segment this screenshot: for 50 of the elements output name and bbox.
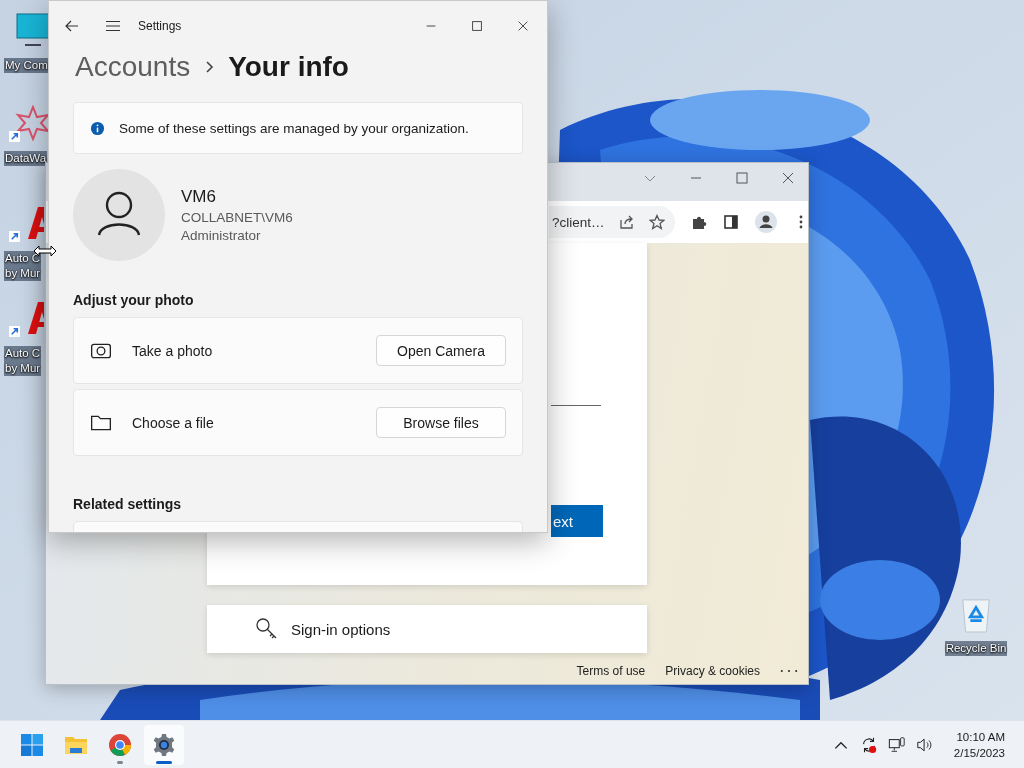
footer-link[interactable]: Terms of use bbox=[576, 664, 646, 678]
account-name: COLLABNET\VM6 bbox=[181, 210, 293, 225]
section-heading: Related settings bbox=[73, 496, 183, 512]
section-heading: Adjust your photo bbox=[73, 292, 195, 308]
chevron-right-icon bbox=[204, 60, 215, 74]
gear-icon bbox=[152, 732, 176, 757]
windows-logo-icon bbox=[20, 732, 44, 757]
breadcrumb-link[interactable]: Accounts bbox=[75, 51, 191, 83]
more-icon[interactable] bbox=[780, 669, 798, 673]
option-button[interactable]: Browse files bbox=[376, 407, 506, 438]
maximize-icon[interactable] bbox=[470, 19, 484, 33]
browser-logo-icon bbox=[108, 732, 132, 757]
star-icon[interactable] bbox=[15, 105, 51, 141]
key-icon bbox=[255, 617, 279, 641]
profile-icon[interactable] bbox=[754, 211, 777, 233]
star-icon[interactable] bbox=[648, 214, 665, 230]
clock-date: 2/15/2023 bbox=[953, 745, 1005, 761]
menu-icon[interactable] bbox=[105, 18, 121, 34]
user-name: VM6 bbox=[181, 187, 217, 207]
address-bar[interactable]: ?client… bbox=[549, 206, 675, 238]
footer-link[interactable]: Privacy & cookies bbox=[665, 664, 760, 678]
share-icon[interactable] bbox=[618, 214, 635, 230]
page-title: Your info bbox=[228, 51, 349, 83]
desktop-icon-label[interactable]: Recycle Bin bbox=[944, 641, 1008, 656]
option-label: Take a photo bbox=[132, 342, 214, 359]
desktop-icon-label[interactable]: My Com bbox=[4, 58, 49, 73]
desktop-icon-label[interactable]: DataWa bbox=[4, 151, 48, 166]
close-icon[interactable] bbox=[780, 170, 796, 186]
account-role: Administrator bbox=[181, 228, 262, 243]
info-icon bbox=[90, 120, 105, 136]
window-title: Settings bbox=[138, 19, 182, 33]
back-arrow-icon[interactable] bbox=[64, 18, 80, 34]
desktop-icon-label[interactable]: Auto C by Mur bbox=[4, 251, 42, 281]
clock-time: 10:10 AM bbox=[956, 729, 1005, 745]
option-label: Choose a file bbox=[132, 414, 215, 431]
sign-in-options-button[interactable]: Sign-in options bbox=[207, 605, 647, 653]
info-text: Some of these settings are managed by your organization. bbox=[119, 120, 469, 136]
side-panel-icon[interactable] bbox=[722, 214, 739, 230]
desktop-icon-label[interactable]: Auto C by Mur bbox=[4, 346, 42, 376]
close-icon[interactable] bbox=[516, 19, 530, 33]
taskbar-app-button[interactable] bbox=[144, 724, 184, 765]
option-button[interactable]: Open Camera bbox=[376, 335, 506, 366]
volume-icon[interactable] bbox=[915, 735, 934, 754]
avatar-icon bbox=[73, 169, 165, 261]
next-button[interactable]: ext bbox=[551, 505, 603, 537]
monitor-icon[interactable] bbox=[15, 12, 51, 48]
puzzle-icon[interactable] bbox=[690, 214, 707, 230]
url-text: ?client… bbox=[552, 214, 605, 230]
network-icon[interactable] bbox=[887, 735, 906, 754]
clock[interactable]: 10:10 AM 2/15/2023 bbox=[943, 728, 1024, 761]
